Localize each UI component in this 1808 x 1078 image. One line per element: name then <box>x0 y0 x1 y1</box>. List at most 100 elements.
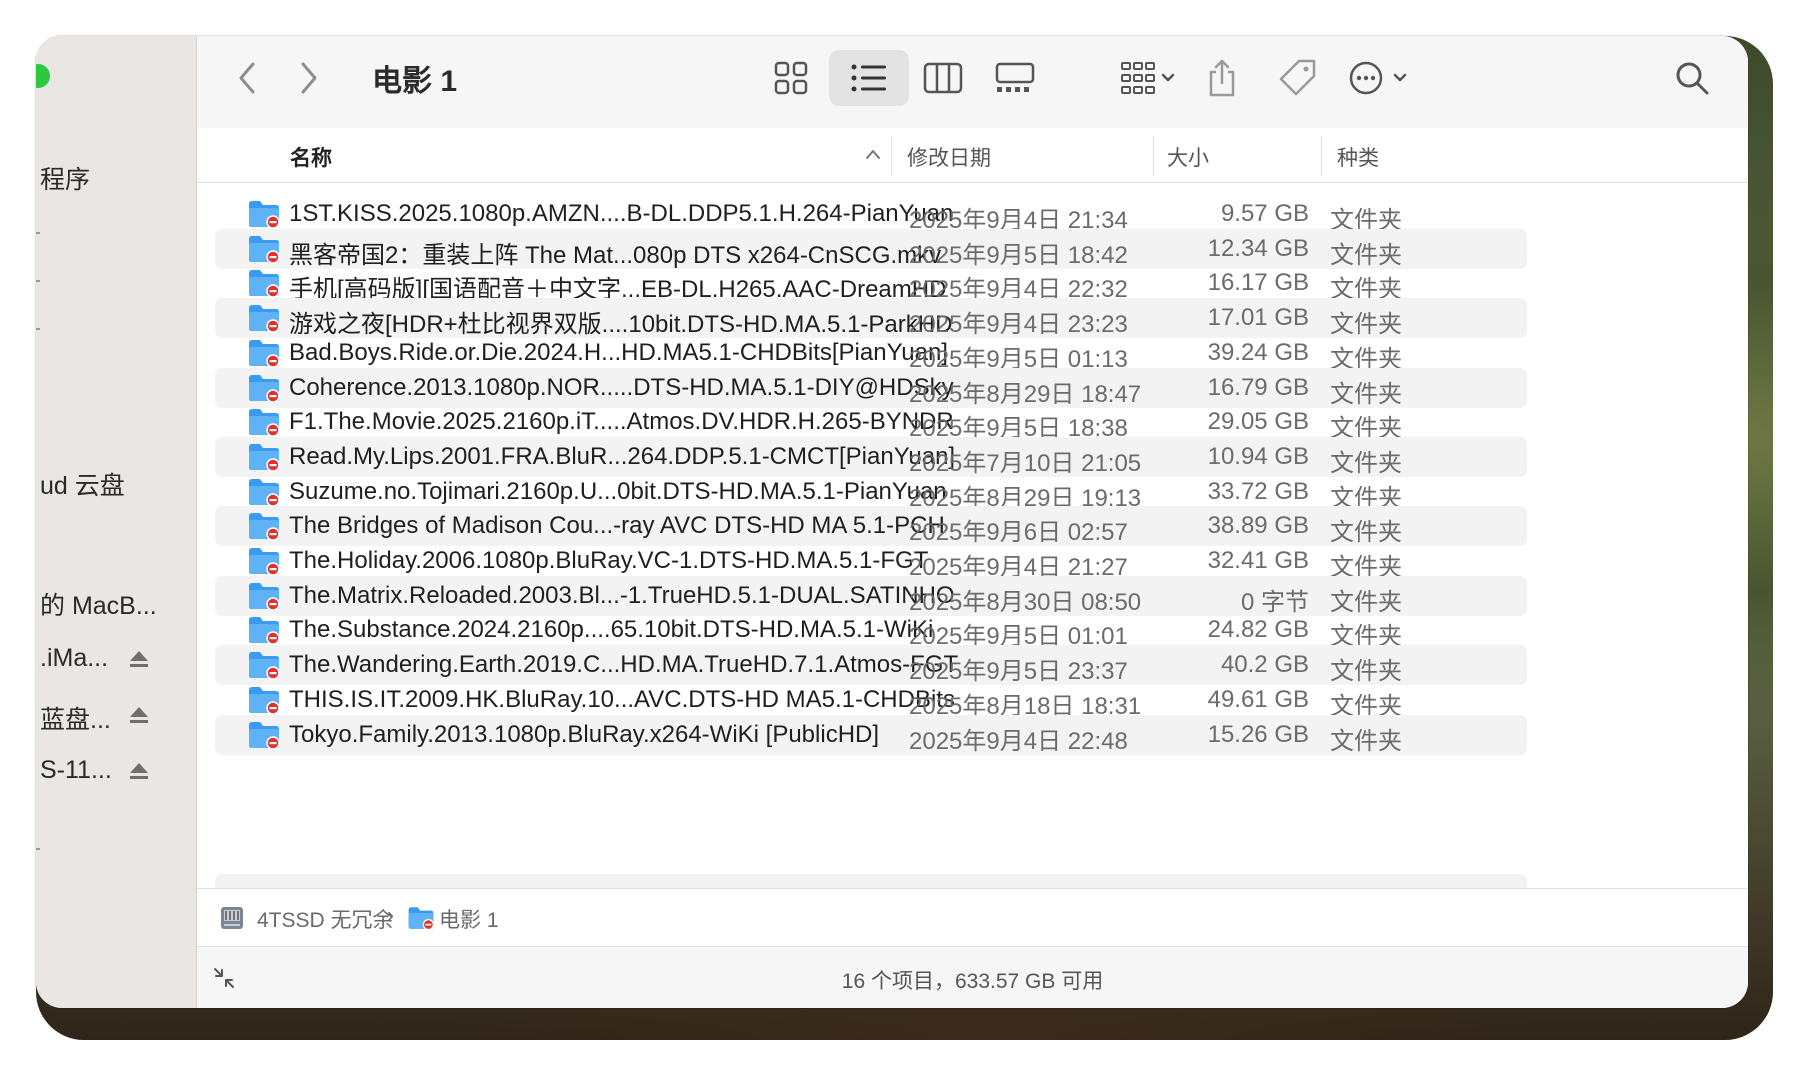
group-by-button[interactable] <box>1111 50 1185 106</box>
folder-icon <box>249 513 280 542</box>
file-name: Coherence.2013.1080p.NOR.....DTS-HD.MA.5… <box>289 373 954 401</box>
toolbar: 电影 1 <box>197 36 1748 129</box>
file-size: 33.72 GB <box>1207 477 1309 505</box>
file-name: The.Matrix.Reloaded.2003.Bl...-1.TrueHD.… <box>289 581 955 609</box>
zoom-window-button[interactable] <box>36 64 50 88</box>
column-view-button[interactable] <box>913 50 973 106</box>
back-icon <box>239 62 255 94</box>
empty-list-area <box>215 874 1527 888</box>
folder-icon <box>249 201 280 229</box>
list-view-button[interactable] <box>829 50 909 106</box>
file-name: The.Substance.2024.2160p....65.10bit.DTS… <box>289 616 934 644</box>
forward-icon <box>301 62 317 94</box>
folder-icon <box>249 235 280 264</box>
back-button[interactable] <box>227 50 267 106</box>
folder-icon <box>249 270 280 299</box>
file-row[interactable]: Read.My.Lips.2001.FRA.BluR...264.DDP.5.1… <box>215 436 1527 477</box>
sidebar-item[interactable]: .iMa... <box>40 644 108 673</box>
status-bar: 16 个项目，633.57 GB 可用 <box>197 946 1748 1008</box>
sidebar-item[interactable]: 程序 <box>40 160 90 196</box>
share-icon <box>1209 59 1235 97</box>
file-size: 10.94 GB <box>1207 442 1309 470</box>
file-size: 16.17 GB <box>1207 269 1309 297</box>
file-size: 49.61 GB <box>1207 685 1309 713</box>
folder-icon <box>249 548 280 576</box>
path-bar: 4TSSD 无冗余 › 电影 1 <box>197 888 1748 947</box>
folder-icon <box>249 374 280 403</box>
columns-icon <box>923 62 963 94</box>
folder-icon <box>249 582 280 611</box>
path-separator: › <box>387 904 394 927</box>
file-row[interactable]: Bad.Boys.Ride.or.Die.2024.H...HD.MA5.1-C… <box>215 333 1527 373</box>
file-name: The.Holiday.2006.1080p.BluRay.VC-1.DTS-H… <box>289 547 929 574</box>
file-size: 39.24 GB <box>1207 338 1309 366</box>
tag-icon <box>1279 59 1316 96</box>
file-name: Suzume.no.Tojimari.2160p.U...0bit.DTS-HD… <box>289 477 947 505</box>
file-size: 15.26 GB <box>1207 720 1309 748</box>
file-name: Tokyo.Family.2013.1080p.BluRay.x264-WiKi… <box>289 720 880 748</box>
column-divider[interactable] <box>1321 136 1322 176</box>
group-icon <box>1121 62 1175 94</box>
sidebar-fragment <box>36 232 40 234</box>
folder-icon <box>249 339 280 368</box>
sidebar-item[interactable]: ud 云盘 <box>40 466 125 502</box>
file-size: 38.89 GB <box>1207 512 1309 540</box>
file-row[interactable]: Tokyo.Family.2013.1080p.BluRay.x264-WiKi… <box>215 714 1527 755</box>
icon-view-button[interactable] <box>761 50 821 106</box>
share-button[interactable] <box>1197 50 1247 106</box>
action-menu-button[interactable] <box>1345 50 1415 106</box>
grid-icon <box>774 61 808 95</box>
sidebar-fragment <box>36 848 40 850</box>
file-size: 29.05 GB <box>1207 408 1309 436</box>
eject-icon[interactable] <box>128 648 150 670</box>
folder-icon <box>249 443 280 472</box>
gallery-icon <box>995 62 1035 92</box>
eject-icon[interactable] <box>128 760 150 782</box>
folder-icon <box>408 907 434 931</box>
column-kind-header[interactable]: 种类 <box>1337 142 1379 172</box>
file-name: F1.The.Movie.2025.2160p.iT.....Atmos.DV.… <box>289 408 954 436</box>
external-drive-icon <box>221 907 243 929</box>
sidebar-item[interactable]: 蓝盘... <box>40 700 111 736</box>
column-date-header[interactable]: 修改日期 <box>907 142 991 172</box>
gallery-view-button[interactable] <box>983 50 1047 106</box>
column-size-header[interactable]: 大小 <box>1167 142 1209 172</box>
column-divider[interactable] <box>891 136 892 176</box>
file-row[interactable]: THIS.IS.IT.2009.HK.BluRay.10...AVC.DTS-H… <box>215 680 1527 720</box>
sidebar-fragment <box>36 280 40 282</box>
file-size: 24.82 GB <box>1207 616 1309 644</box>
file-size: 9.57 GB <box>1220 200 1309 227</box>
sidebar-item[interactable]: 的 MacB... <box>40 586 157 622</box>
sidebar-fragment <box>36 328 40 330</box>
main-pane: 电影 1 名称 修改日期 大小 种类 1ST.KISS.2025.1080p.A… <box>197 36 1748 1008</box>
forward-button[interactable] <box>289 50 329 106</box>
sort-ascending-icon[interactable] <box>865 148 881 160</box>
file-name: THIS.IS.IT.2009.HK.BluRay.10...AVC.DTS-H… <box>289 685 955 713</box>
folder-icon <box>249 409 280 437</box>
file-name: The.Wandering.Earth.2019.C...HD.MA.TrueH… <box>289 651 959 679</box>
search-button[interactable] <box>1667 50 1717 106</box>
path-item-drive[interactable]: 4TSSD 无冗余 <box>257 904 394 934</box>
folder-icon <box>249 617 280 646</box>
more-icon <box>1349 61 1407 95</box>
file-name: Read.My.Lips.2001.FRA.BluR...264.DDP.5.1… <box>289 442 956 470</box>
eject-icon[interactable] <box>128 704 150 726</box>
window-title: 电影 1 <box>372 65 458 98</box>
folder-icon <box>249 686 280 715</box>
column-name-header[interactable]: 名称 <box>290 142 332 172</box>
column-divider[interactable] <box>1153 136 1154 176</box>
file-name: The Bridges of Madison Cou...-ray AVC DT… <box>289 512 945 540</box>
file-size: 32.41 GB <box>1207 547 1309 574</box>
column-header: 名称 修改日期 大小 种类 <box>197 128 1748 183</box>
path-item-folder[interactable]: 电影 1 <box>439 904 499 934</box>
folder-icon <box>249 478 280 507</box>
folder-icon <box>249 652 280 680</box>
tag-button[interactable] <box>1267 50 1327 106</box>
file-size: 12.34 GB <box>1207 234 1309 262</box>
sidebar-item[interactable]: S-11... <box>40 756 112 785</box>
list-icon <box>851 64 886 92</box>
sidebar: 程序 ud 云盘的 MacB... .iMa... 蓝盘... S-11... <box>36 36 197 1008</box>
file-size: 17.01 GB <box>1207 304 1309 332</box>
file-kind: 文件夹 <box>1330 727 1402 755</box>
folder-icon <box>249 305 280 333</box>
